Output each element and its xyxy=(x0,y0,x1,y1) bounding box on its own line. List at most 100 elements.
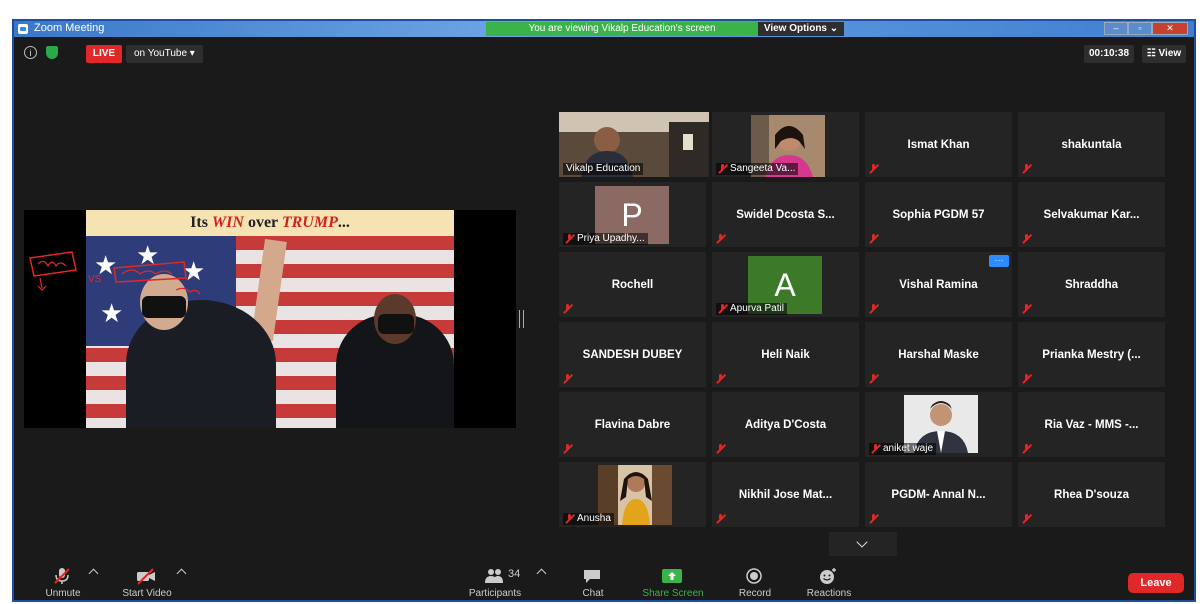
shared-screen: ★ ★ ★ ★ ★ Its WIN over TRUMP... VS xyxy=(24,210,516,428)
title-bar: Zoom Meeting You are viewing Vikalp Educ… xyxy=(14,21,1194,37)
mic-muted-icon xyxy=(716,234,725,243)
participant-tile[interactable]: P Priya Upadhy... xyxy=(559,182,706,247)
mic-muted-icon xyxy=(1022,514,1031,523)
participant-tile[interactable]: Ismat Khan xyxy=(865,112,1012,177)
zoom-app-icon xyxy=(18,24,28,34)
chat-button[interactable]: Chat xyxy=(548,561,638,602)
participant-tile[interactable]: shakuntala xyxy=(1018,112,1165,177)
participant-tile[interactable]: Aditya D'Costa xyxy=(712,392,859,457)
maximize-button[interactable]: ▫ xyxy=(1128,22,1152,35)
participant-tile[interactable]: Prianka Mestry (... xyxy=(1018,322,1165,387)
participant-name: Aditya D'Costa xyxy=(744,418,827,431)
mic-muted-icon xyxy=(869,374,878,383)
participant-name: Harshal Maske xyxy=(898,348,979,361)
mic-muted-icon xyxy=(563,444,572,453)
slide-title: Its WIN over TRUMP... xyxy=(86,210,454,236)
mic-muted-icon xyxy=(563,304,572,313)
participant-tile[interactable]: PGDM- Annal N... xyxy=(865,462,1012,527)
participant-name: Ria Vaz - MMS -... xyxy=(1044,418,1139,431)
more-options-button[interactable]: ··· xyxy=(989,255,1009,267)
participant-name: SANDESH DUBEY xyxy=(582,348,683,361)
participant-name-label: Priya Upadhy... xyxy=(563,233,648,245)
participant-tile[interactable]: Sangeeta Va... xyxy=(712,112,859,177)
face-mask xyxy=(378,314,414,334)
panel-resize-handle[interactable] xyxy=(519,310,524,328)
leave-button[interactable]: Leave xyxy=(1128,573,1184,593)
participant-name: Shraddha xyxy=(1064,278,1119,291)
participant-tile[interactable]: Vishal Ramina ··· xyxy=(865,252,1012,317)
mic-muted-icon xyxy=(869,164,878,173)
participant-tile[interactable]: Sophia PGDM 57 xyxy=(865,182,1012,247)
mic-muted-icon xyxy=(565,234,574,243)
window-title: Zoom Meeting xyxy=(34,22,105,34)
start-video-button[interactable]: Start Video xyxy=(102,561,192,602)
participant-name: Nikhil Jose Mat... xyxy=(738,488,833,501)
participant-tile[interactable]: Harshal Maske xyxy=(865,322,1012,387)
mic-muted-icon xyxy=(1022,304,1031,313)
participant-name-label: Sangeeta Va... xyxy=(716,163,799,175)
unmute-label: Unmute xyxy=(45,588,81,599)
participant-tile[interactable]: A Apurva Patil xyxy=(712,252,859,317)
participant-name: shakuntala xyxy=(1061,138,1122,151)
participant-name: Flavina Dabre xyxy=(594,418,671,431)
participant-tile[interactable]: Selvakumar Kar... xyxy=(1018,182,1165,247)
participant-tile[interactable]: Swidel Dcosta S... xyxy=(712,182,859,247)
participant-name: Heli Naik xyxy=(761,348,810,361)
meeting-toolbar: Unmute Start Video 34 Participants Chat … xyxy=(14,561,1194,602)
video-camera-off-icon xyxy=(137,568,155,585)
participant-tile[interactable]: aniket waje xyxy=(865,392,1012,457)
participants-options-caret[interactable] xyxy=(536,568,547,579)
close-window-button[interactable]: ✕ xyxy=(1152,22,1188,35)
microphone-muted-icon xyxy=(54,568,70,584)
shield-icon[interactable] xyxy=(46,46,58,59)
participant-name: Sophia PGDM 57 xyxy=(892,208,985,221)
live-on-youtube-button[interactable]: on YouTube ▾ xyxy=(126,45,203,63)
reactions-button[interactable]: Reactions xyxy=(784,561,874,602)
participant-name: Selvakumar Kar... xyxy=(1043,208,1140,221)
mic-muted-icon xyxy=(718,164,727,173)
audio-options-caret[interactable] xyxy=(88,568,99,579)
mic-muted-icon xyxy=(563,374,572,383)
participants-button[interactable]: 34 Participants xyxy=(450,561,547,602)
participant-tile[interactable]: Anusha xyxy=(559,462,706,527)
participant-name-label: aniket waje xyxy=(869,443,937,455)
reactions-label: Reactions xyxy=(806,588,852,599)
participant-name: Prianka Mestry (... xyxy=(1042,348,1141,361)
view-button[interactable]: ☷ View xyxy=(1142,45,1186,63)
annotation-scribble: VS xyxy=(29,251,201,295)
participant-tile[interactable]: Rochell xyxy=(559,252,706,317)
mic-muted-icon xyxy=(716,374,725,383)
window-controls: – ▫ ✕ xyxy=(1104,22,1188,35)
mic-muted-icon xyxy=(1022,444,1031,453)
info-icon[interactable]: i xyxy=(24,46,37,59)
mic-muted-icon xyxy=(869,234,878,243)
presentation-slide: ★ ★ ★ ★ ★ Its WIN over TRUMP... xyxy=(86,210,454,428)
minimize-button[interactable]: – xyxy=(1104,22,1128,35)
mic-muted-icon xyxy=(716,514,725,523)
participant-tile[interactable]: Heli Naik xyxy=(712,322,859,387)
video-options-caret[interactable] xyxy=(176,568,187,579)
participant-tile[interactable]: Nikhil Jose Mat... xyxy=(712,462,859,527)
share-screen-icon xyxy=(662,569,682,583)
participants-icon xyxy=(485,569,503,583)
participant-tile[interactable]: Rhea D'souza xyxy=(1018,462,1165,527)
participant-tile[interactable]: SANDESH DUBEY xyxy=(559,322,706,387)
participant-tile[interactable]: Shraddha xyxy=(1018,252,1165,317)
live-badge: LIVE xyxy=(86,45,122,63)
unmute-button[interactable]: Unmute xyxy=(18,561,108,602)
participant-tile[interactable]: Vikalp Education xyxy=(559,112,709,177)
participant-tile[interactable]: Ria Vaz - MMS -... xyxy=(1018,392,1165,457)
participant-name: Rhea D'souza xyxy=(1054,488,1129,501)
participant-name: Swidel Dcosta S... xyxy=(736,208,835,221)
mic-muted-icon xyxy=(869,304,878,313)
viewing-screen-banner: You are viewing Vikalp Education's scree… xyxy=(486,22,758,36)
participant-name: PGDM- Annal N... xyxy=(891,488,986,501)
mic-muted-icon xyxy=(1022,164,1031,173)
view-options-button[interactable]: View Options ⌄ xyxy=(758,22,844,36)
share-screen-button[interactable]: Share Screen xyxy=(628,561,718,602)
mic-muted-icon xyxy=(871,444,880,453)
next-page-chevron-button[interactable] xyxy=(829,532,897,556)
mic-muted-icon xyxy=(869,514,878,523)
start-video-label: Start Video xyxy=(122,588,172,599)
participant-tile[interactable]: Flavina Dabre xyxy=(559,392,706,457)
